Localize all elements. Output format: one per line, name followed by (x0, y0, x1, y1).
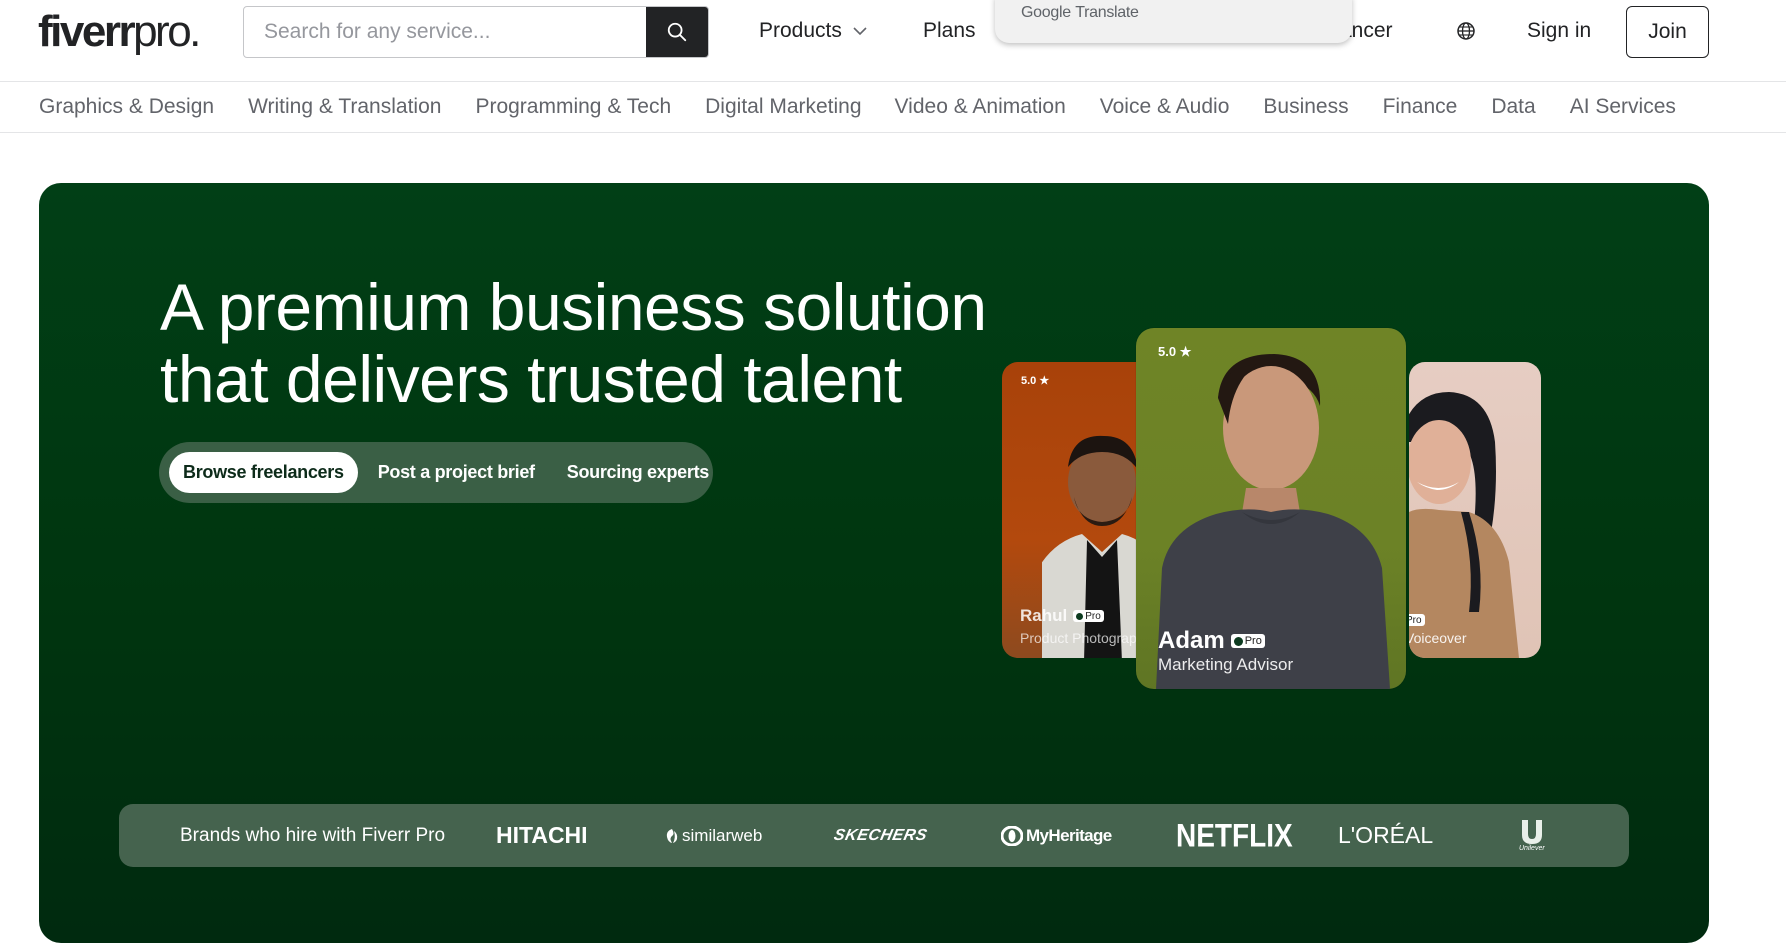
fiverr-pro-logo[interactable]: fiverrpro. (38, 7, 201, 56)
freelancer-card-rahul[interactable]: 5.0 ★ Rahul Pro Product Photograp (1002, 362, 1152, 658)
category-finance[interactable]: Finance (1383, 95, 1458, 119)
freelancer-name-text: Adam (1158, 627, 1225, 654)
star-icon: ★ (1179, 344, 1192, 359)
language-button[interactable] (1456, 0, 1476, 62)
nav-products[interactable]: Products (759, 0, 868, 62)
globe-icon (1457, 22, 1475, 40)
similarweb-text: similarweb (682, 825, 763, 845)
loreal-logo: L'ORÉAL (1338, 822, 1434, 848)
myheritage-icon (1001, 825, 1023, 846)
rating: 5.0 ★ (1021, 374, 1049, 387)
unilever-text: Unilever (1519, 845, 1545, 852)
freelancer-name: Adam Pro (1158, 627, 1265, 655)
pro-badge-label: Pro (1409, 614, 1422, 626)
tab-sourcing-experts[interactable]: Sourcing experts (553, 452, 723, 493)
search-icon (667, 22, 687, 42)
verified-check-icon (1233, 636, 1243, 646)
category-video-animation[interactable]: Video & Animation (895, 95, 1066, 119)
hero-title: A premium business solution that deliver… (160, 271, 987, 415)
myheritage-logo: MyHeritage (1001, 825, 1112, 846)
category-digital-marketing[interactable]: Digital Marketing (705, 95, 861, 119)
search-input[interactable] (244, 7, 646, 57)
freelancer-name-text: Rahul (1020, 606, 1068, 625)
brands-strip: Brands who hire with Fiverr Pro HITACHI … (119, 804, 1629, 867)
unilever-icon (1521, 820, 1542, 844)
category-business[interactable]: Business (1263, 95, 1348, 119)
translate-label: Translate (1075, 4, 1139, 21)
unilever-logo: Unilever (1519, 819, 1545, 852)
search-button[interactable] (646, 7, 708, 57)
tab-post-project-brief[interactable]: Post a project brief (364, 452, 549, 493)
search-bar (243, 6, 709, 58)
hero-tabs: Browse freelancers Post a project brief … (159, 442, 713, 503)
similarweb-logo: similarweb (665, 826, 762, 846)
hitachi-logo: HITACHI (496, 822, 588, 848)
pro-badge-label: Pro (1085, 610, 1101, 622)
category-writing-translation[interactable]: Writing & Translation (248, 95, 441, 119)
freelancer-role: Product Photograp (1020, 630, 1137, 646)
join-label: Join (1648, 20, 1687, 43)
pro-badge-label: Pro (1244, 635, 1262, 647)
tab-browse-freelancers[interactable]: Browse freelancers (169, 452, 358, 493)
freelancer-name: Rahul Pro (1020, 606, 1104, 626)
category-ai-services[interactable]: AI Services (1570, 95, 1676, 119)
hero-banner: A premium business solution that deliver… (39, 183, 1709, 943)
category-voice-audio[interactable]: Voice & Audio (1100, 95, 1230, 119)
sign-in-link[interactable]: Sign in (1527, 0, 1591, 62)
pro-badge: Pro (1409, 614, 1425, 626)
freelancer-photo (1409, 392, 1519, 658)
rating-value: 5.0 (1158, 344, 1177, 359)
freelancer-role: Voiceover (1409, 630, 1467, 646)
myheritage-text: MyHeritage (1026, 825, 1112, 845)
top-header: fiverrpro. Products Plans ancer Sign (0, 0, 1786, 82)
star-icon: ★ (1039, 375, 1050, 387)
category-graphics-design[interactable]: Graphics & Design (39, 95, 214, 119)
freelancer-role: Marketing Advisor (1158, 655, 1294, 674)
google-translate-popup[interactable]: Google Translate (995, 0, 1352, 43)
similarweb-icon (666, 828, 678, 843)
netflix-logo: NETFLIX (1176, 817, 1293, 853)
brands-label: Brands who hire with Fiverr Pro (180, 824, 446, 846)
rating-value: 5.0 (1021, 375, 1037, 387)
category-nav: Graphics & Design Writing & Translation … (0, 82, 1786, 133)
join-button[interactable]: Join (1626, 6, 1709, 58)
nav-plans[interactable]: Plans (923, 0, 976, 62)
google-wordmark: Google (1021, 4, 1071, 21)
sign-in-label: Sign in (1527, 19, 1592, 42)
freelancer-card-adam[interactable]: 5.0 ★ Adam Pro Marketing Advisor (1136, 328, 1406, 689)
verified-check-icon (1076, 612, 1084, 620)
hero-title-line-1: A premium business solution (160, 270, 987, 344)
rating: 5.0 ★ (1158, 344, 1191, 360)
freelancer-card-voiceover[interactable]: Pro Voiceover (1409, 362, 1541, 658)
logo-main: fiverr (38, 7, 136, 56)
logo-suffix: pro. (133, 7, 201, 56)
nav-plans-label: Plans (923, 19, 976, 42)
chevron-down-icon (853, 27, 867, 36)
category-data[interactable]: Data (1491, 95, 1535, 119)
pro-badge: Pro (1073, 610, 1104, 622)
nav-products-label: Products (759, 19, 842, 42)
hero-title-line-2: that delivers trusted talent (160, 342, 902, 416)
skechers-logo: SKECHERS (832, 826, 929, 844)
freelancer-name: Pro (1409, 614, 1425, 626)
category-programming-tech[interactable]: Programming & Tech (475, 95, 671, 119)
pro-badge: Pro (1230, 634, 1265, 648)
